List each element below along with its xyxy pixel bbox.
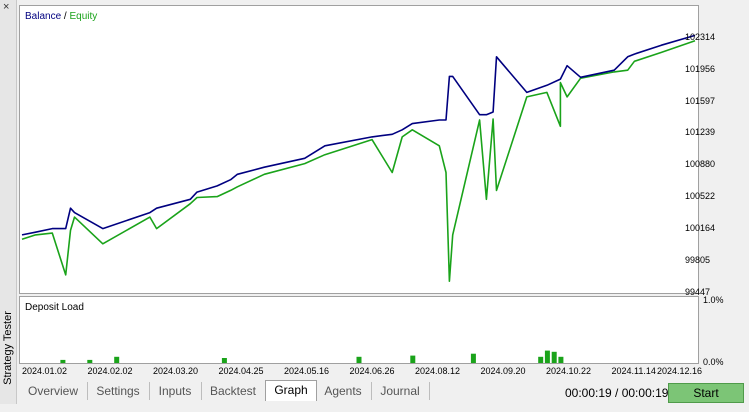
x-tick-label: 2024.10.22: [546, 366, 592, 376]
elapsed-timer: 00:00:19 / 00:00:19: [565, 386, 669, 400]
panel-title: Strategy Tester: [2, 311, 14, 385]
tab-backtest[interactable]: Backtest: [201, 382, 266, 400]
x-tick-label: 2024.12.16: [657, 366, 703, 376]
y-tick-label: 100164: [685, 223, 716, 234]
x-tick-label: 2024.05.16: [284, 366, 330, 376]
load-bar: [558, 356, 564, 363]
y-tick-label: 100880: [685, 159, 716, 170]
load-bar: [114, 356, 120, 363]
load-bar: [538, 356, 544, 363]
tab-settings[interactable]: Settings: [87, 382, 150, 400]
tab-overview[interactable]: Overview: [19, 382, 88, 400]
x-tick-label: 2024.03.20: [153, 366, 199, 376]
y-tick-label: 101239: [685, 127, 716, 138]
tab-journal[interactable]: Journal: [371, 382, 430, 400]
load-bar: [470, 353, 476, 363]
balance-equity-chart: Balance / Equity: [19, 5, 699, 294]
side-panel: × Strategy Tester: [0, 0, 17, 404]
load-y-tick-label: 1.0%: [703, 295, 724, 305]
tab-graph[interactable]: Graph: [265, 380, 317, 401]
x-tick-label: 2024.06.26: [349, 366, 395, 376]
tab-agents[interactable]: Agents: [315, 382, 372, 400]
close-icon[interactable]: ×: [3, 2, 9, 13]
x-tick-label: 2024.09.20: [480, 366, 526, 376]
load-bar: [87, 359, 93, 363]
x-tick-label: 2024.11.14: [611, 366, 656, 376]
x-tick-label: 2024.02.02: [87, 366, 133, 376]
equity-line: [21, 40, 696, 283]
load-bar: [356, 356, 362, 363]
start-button[interactable]: Start: [668, 383, 744, 403]
load-canvas: [60, 350, 564, 363]
balance-line: [21, 34, 696, 236]
load-bar: [544, 350, 550, 363]
y-tick-label: 101597: [685, 95, 716, 106]
load-bar: [60, 359, 66, 363]
load-y-tick-label: 0.0%: [703, 357, 724, 367]
x-tick-label: 2024.04.25: [218, 366, 264, 376]
y-tick-label: 100522: [685, 191, 716, 202]
load-bar: [551, 351, 557, 363]
y-tick-label: 101956: [685, 63, 716, 74]
load-bar: [410, 355, 416, 363]
chart-canvas: [21, 34, 696, 283]
load-bar: [221, 358, 227, 363]
x-tick-label: 2024.01.02: [22, 366, 68, 376]
y-tick-label: 99805: [685, 255, 711, 266]
deposit-load-chart: Deposit Load: [19, 296, 699, 364]
tab-inputs[interactable]: Inputs: [149, 382, 202, 400]
x-tick-label: 2024.08.12: [415, 366, 461, 376]
y-tick-label: 102314: [685, 31, 716, 42]
tab-bar: Overview Settings Inputs Backtest Graph Agent…: [19, 380, 559, 402]
